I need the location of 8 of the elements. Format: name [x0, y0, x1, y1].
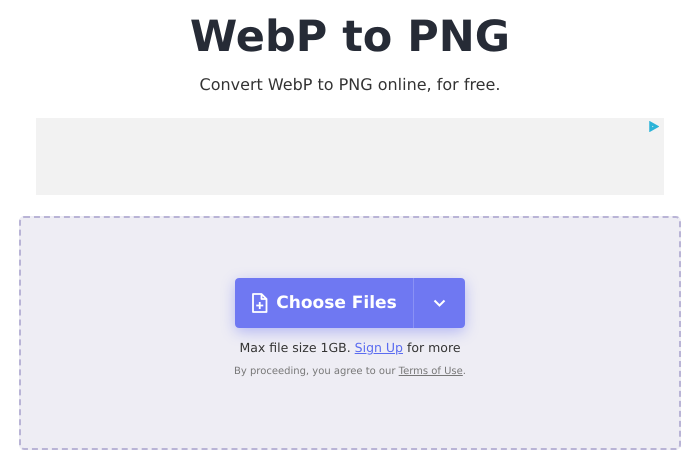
page-title: WebP to PNG: [190, 12, 510, 62]
file-size-note: Max file size 1GB. Sign Up for more: [239, 340, 461, 355]
page-subtitle: Convert WebP to PNG online, for free.: [200, 75, 500, 94]
file-drop-zone[interactable]: Choose Files Max file size 1GB. Sign Up for more By proceeding, you agree to our Terms of Use.: [19, 216, 681, 450]
choose-files-button[interactable]: Choose Files: [235, 278, 414, 328]
terms-note: By proceeding, you agree to our Terms of Use.: [234, 366, 466, 377]
terms-link[interactable]: Terms of Use: [398, 366, 463, 377]
sign-up-link[interactable]: Sign Up: [354, 340, 403, 355]
